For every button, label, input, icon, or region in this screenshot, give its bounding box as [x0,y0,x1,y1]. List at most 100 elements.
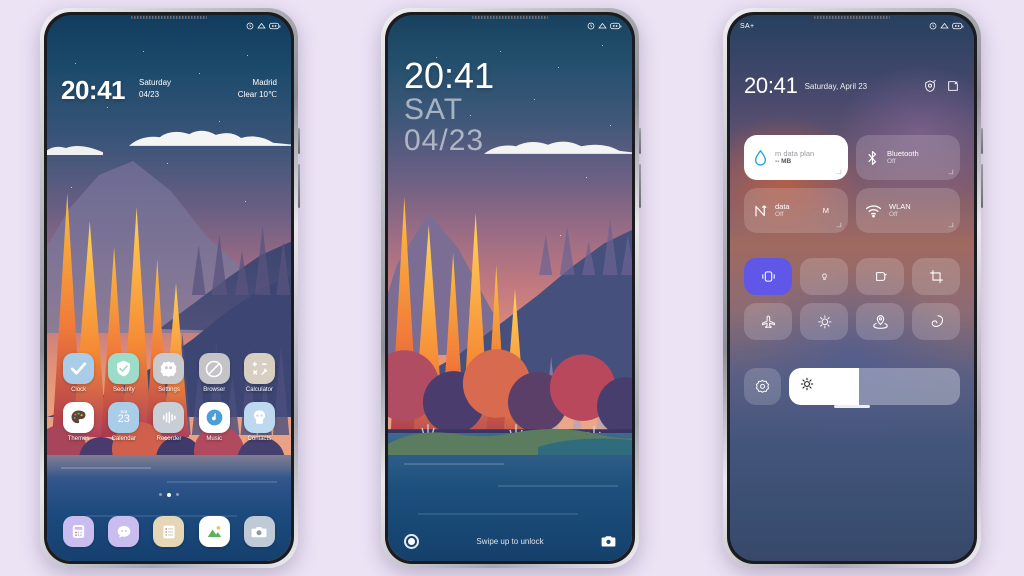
expand-arrow-icon[interactable] [836,222,842,228]
reading-mode-toggle[interactable] [912,303,960,340]
page-dot [159,493,162,496]
app-settings[interactable]: Settings [146,353,191,393]
settings-shortcut-icon[interactable] [923,79,937,93]
page-dot-active [167,493,171,497]
vibrate-toggle[interactable] [744,258,792,295]
vinyl-icon [198,402,230,433]
tile-extra-label: M [822,206,829,215]
expand-arrow-icon[interactable] [948,169,954,175]
app-browser[interactable]: Browser [192,353,237,393]
quick-toggles [730,258,974,340]
calendar-day: 23 [117,413,130,426]
app-recorder[interactable]: Recorder [146,402,191,442]
clock-weekday: Saturday [139,78,172,87]
phone-control-center: SA+ 20:41 Saturday, April 23 m data plan… [723,8,983,568]
app-label: Clock [71,387,87,393]
app-label: Browser [203,387,226,393]
phone-lock-screen: 20:41 SAT 04/23 Swipe up to unlock [381,8,641,568]
lock-weekday: SAT [404,92,464,126]
tile-title: m data plan [775,148,815,158]
brightness-icon [799,376,815,397]
quick-settings-tiles: m data plan -- MB Bluetooth Off data Off… [730,135,974,233]
app-calendar[interactable]: Sat 23 Calendar [101,402,146,442]
lock-clock-widget: 20:41 SAT 04/23 [404,58,494,158]
tile-text: m data plan -- MB [775,149,814,167]
page-dot [176,493,179,496]
clock-time: 20:41 [61,75,126,105]
tile-bluetooth[interactable]: Bluetooth Off [856,135,960,180]
contacts-icon [243,402,275,433]
auto-rotate-toggle[interactable] [856,258,904,295]
screenshot-icon [929,269,943,284]
status-carrier: SA+ [740,22,755,30]
app-contacts[interactable]: Contacts [237,402,282,442]
notes-icon[interactable] [153,516,185,547]
location-icon [872,315,888,329]
brightness-row [730,368,974,405]
data-drop-icon [754,149,767,166]
weather-icon [940,22,949,29]
cc-date: Saturday, April 23 [804,81,868,91]
tile-wlan[interactable]: WLAN Off [856,188,960,233]
status-icons [587,22,622,30]
page-indicator[interactable] [47,493,291,497]
assistant-icon[interactable] [404,534,419,549]
message-icon[interactable] [108,516,140,547]
tile-title: Bluetooth [887,148,919,158]
auto-brightness-icon [755,379,770,393]
dark-mode-toggle[interactable] [800,303,848,340]
app-security[interactable]: Security [101,353,146,393]
weather-icon [257,22,266,29]
tile-sub: -- MB [775,158,792,166]
lock-date: 04/23 [404,124,485,158]
clock-check-icon [63,353,95,384]
expand-arrow-icon[interactable] [948,222,954,228]
app-grid: Clock Security Settings Browser Calculat… [47,353,291,442]
screenshot-toggle[interactable] [912,258,960,295]
shield-check-icon [108,353,140,384]
app-music[interactable]: Music [192,402,237,442]
tile-text: WLAN Off [889,202,911,220]
location-toggle[interactable] [856,303,904,340]
phone-home-screen: 20:41 Saturday 04/23 Madrid Clear 10℃ Cl… [40,8,300,568]
airplane-icon [761,315,775,329]
rotate-icon [875,272,887,281]
weather-icon [598,22,607,29]
phone1-screen: 20:41 Saturday 04/23 Madrid Clear 10℃ Cl… [47,15,291,561]
app-label: Calendar [111,436,136,442]
calculator-icon [243,353,275,384]
edit-icon[interactable] [946,79,960,93]
brightness-slider[interactable] [789,368,960,405]
tile-data-plan[interactable]: m data plan -- MB [744,135,848,180]
expand-arrow-icon[interactable] [836,169,842,175]
tile-mobile-data[interactable]: data Off M [744,188,848,233]
status-icons [246,22,281,30]
home-indicator[interactable] [834,405,870,408]
app-label: Music [206,436,223,442]
alarm-icon [246,22,254,30]
dialer-icon[interactable] [63,516,95,547]
camera-icon[interactable] [601,535,616,548]
gallery-icon[interactable] [198,516,230,547]
app-calculator[interactable]: Calculator [237,353,282,393]
app-themes[interactable]: Themes [56,402,101,442]
app-clock[interactable]: Clock [56,353,101,393]
control-center-header: 20:41 Saturday, April 23 [730,73,974,99]
unlock-hint: Swipe up to unlock [476,537,544,546]
mobile-data-icon [755,204,767,216]
camera-icon[interactable] [243,516,275,547]
battery-icon [952,22,964,30]
app-label: Themes [67,436,90,442]
alarm-icon [929,22,937,30]
airplane-toggle[interactable] [744,303,792,340]
phone2-screen: 20:41 SAT 04/23 Swipe up to unlock [388,15,632,561]
dark-mode-icon [817,315,831,329]
app-label: Recorder [156,436,182,442]
earpiece-grille [472,16,548,19]
battery-icon [269,22,281,30]
auto-brightness-button[interactable] [744,368,781,405]
clock-date: 04/23 [139,90,160,100]
flashlight-toggle[interactable] [800,258,848,295]
tile-title: WLAN [889,201,911,211]
tile-text: data Off [775,202,790,220]
